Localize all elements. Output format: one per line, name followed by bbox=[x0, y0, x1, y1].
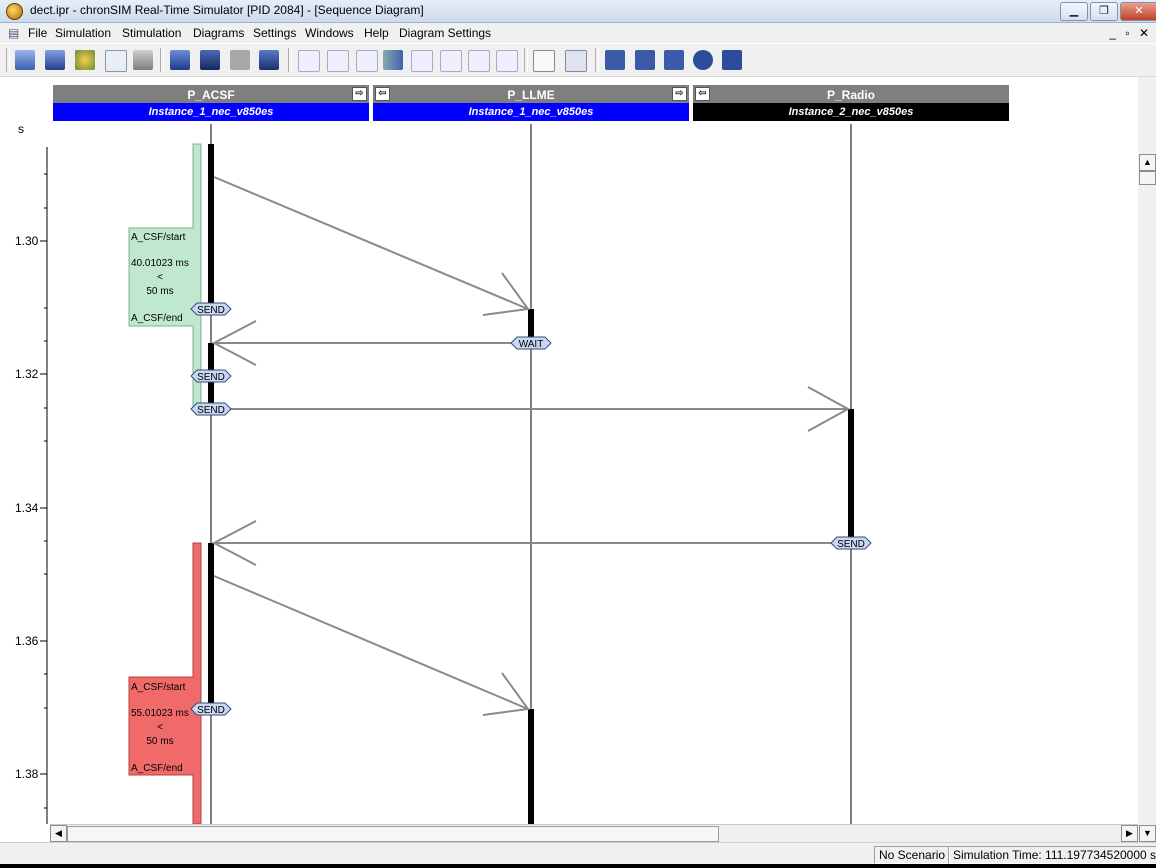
send-tag: SEND bbox=[197, 405, 225, 416]
title-bar: dect.ipr - chronSIM Real-Time Simulator … bbox=[0, 0, 1156, 23]
menu-help[interactable]: Help bbox=[364, 26, 389, 40]
bottom-edge bbox=[0, 864, 1156, 868]
hatch-chart-icon[interactable] bbox=[356, 50, 378, 72]
toolbar-separator bbox=[288, 48, 292, 72]
plus-icon[interactable] bbox=[693, 50, 713, 70]
horizontal-scrollbar[interactable]: ◀ ▶ bbox=[50, 824, 1138, 842]
vertical-scrollbar[interactable]: ▲ ▼ bbox=[1138, 77, 1156, 847]
table-icon[interactable] bbox=[327, 50, 349, 72]
menu-settings[interactable]: Settings bbox=[253, 26, 296, 40]
scenario-status: No Scenario bbox=[874, 846, 951, 864]
settings-icon[interactable] bbox=[75, 50, 95, 70]
constraint-limit: 50 ms bbox=[146, 286, 173, 297]
toolbar-separator bbox=[6, 48, 10, 72]
sequence-icon[interactable] bbox=[496, 50, 518, 72]
open-project-icon[interactable] bbox=[15, 50, 35, 70]
zoom-out-icon[interactable] bbox=[635, 50, 655, 70]
step-icon[interactable] bbox=[200, 50, 220, 70]
close-button[interactable]: ✕ bbox=[1120, 2, 1156, 21]
stop-icon[interactable] bbox=[259, 50, 279, 70]
toolbar-separator bbox=[595, 48, 599, 72]
wait-tag: WAIT bbox=[519, 339, 544, 350]
minus-icon[interactable] bbox=[722, 50, 742, 70]
scroll-left-icon[interactable]: ◀ bbox=[50, 825, 67, 842]
line-chart-icon[interactable] bbox=[440, 50, 462, 72]
print-icon[interactable] bbox=[133, 50, 153, 70]
menu-bar: ▤ File Simulation Stimulation Diagrams S… bbox=[0, 23, 1156, 43]
menu-simulation[interactable]: Simulation bbox=[55, 26, 111, 40]
constraint-start: A_CSF/start bbox=[131, 682, 186, 693]
gantt-icon[interactable] bbox=[468, 50, 490, 72]
simulation-time: Simulation Time: 111.197734520000 s bbox=[948, 846, 1156, 864]
window-title: dect.ipr - chronSIM Real-Time Simulator … bbox=[30, 3, 424, 17]
send-tag: SEND bbox=[197, 372, 225, 383]
status-bar: No Scenario Simulation Time: 111.1977345… bbox=[0, 842, 1156, 865]
diagram-svg: SEND WAIT SEND SEND SEND SEND A_CSF/star… bbox=[40, 124, 872, 824]
constraint-end: A_CSF/end bbox=[131, 763, 183, 774]
scroll-down-icon[interactable]: ▼ bbox=[1139, 825, 1156, 842]
toolbar-separator bbox=[160, 48, 164, 72]
scroll-thumb[interactable] bbox=[1139, 171, 1156, 185]
send-tag: SEND bbox=[837, 539, 865, 550]
menu-windows[interactable]: Windows bbox=[305, 26, 354, 40]
constraint-box-green bbox=[128, 143, 202, 409]
bar-chart-icon[interactable] bbox=[383, 50, 403, 70]
activation-bar bbox=[208, 543, 214, 708]
menu-diagram-settings[interactable]: Diagram Settings bbox=[399, 26, 491, 40]
constraint-duration: 40.01023 ms bbox=[131, 258, 189, 269]
menu-stimulation[interactable]: Stimulation bbox=[122, 26, 181, 40]
eye-icon[interactable] bbox=[565, 50, 587, 72]
app-icon bbox=[6, 3, 23, 20]
scroll-up-icon[interactable]: ▲ bbox=[1139, 154, 1156, 171]
activation-bar bbox=[848, 409, 854, 543]
scroll-right-icon[interactable]: ▶ bbox=[1121, 825, 1138, 842]
activation-bar bbox=[528, 709, 534, 824]
fast-forward-icon[interactable] bbox=[170, 50, 190, 70]
zoom-in-icon[interactable] bbox=[605, 50, 625, 70]
activation-bar bbox=[208, 144, 214, 309]
histogram-icon[interactable] bbox=[411, 50, 433, 72]
mdi-window-buttons[interactable]: _ ▫ ✕ bbox=[1109, 26, 1152, 40]
constraint-op: < bbox=[157, 722, 163, 733]
constraint-op: < bbox=[157, 272, 163, 283]
send-tag: SEND bbox=[197, 705, 225, 716]
save-icon[interactable] bbox=[45, 50, 65, 70]
signal-icon[interactable] bbox=[533, 50, 555, 72]
constraint-start: A_CSF/start bbox=[131, 232, 186, 243]
document-icon[interactable] bbox=[105, 50, 127, 72]
zoom-fit-icon[interactable] bbox=[664, 50, 684, 70]
constraint-limit: 50 ms bbox=[146, 736, 173, 747]
sequence-diagram-canvas[interactable]: P_ACSF ⇨ Instance_1_nec_v850es ⇦ P_LLME … bbox=[0, 77, 1138, 824]
axis-ticks bbox=[40, 147, 48, 824]
menu-file[interactable]: File bbox=[28, 26, 47, 40]
chart-icon[interactable] bbox=[298, 50, 320, 72]
pause-icon[interactable] bbox=[230, 50, 250, 70]
scroll-thumb[interactable] bbox=[67, 826, 719, 842]
toolbar-separator bbox=[524, 48, 528, 72]
menu-diagrams[interactable]: Diagrams bbox=[193, 26, 244, 40]
toolbar bbox=[0, 44, 1156, 77]
restore-button[interactable]: ❐ bbox=[1090, 2, 1118, 21]
minimize-button[interactable]: ▁ bbox=[1060, 2, 1088, 21]
send-tag: SEND bbox=[197, 305, 225, 316]
document-icon: ▤ bbox=[8, 26, 20, 40]
constraint-duration: 55.01023 ms bbox=[131, 708, 189, 719]
constraint-end: A_CSF/end bbox=[131, 313, 183, 324]
